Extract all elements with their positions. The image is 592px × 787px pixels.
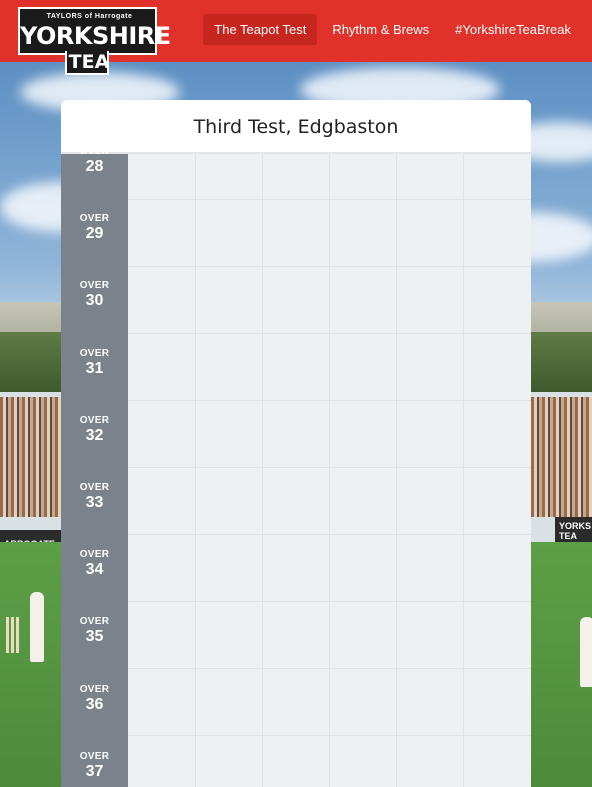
grid-row-line: [128, 601, 531, 602]
grid-row-line: [128, 668, 531, 669]
over-row-label: OVER 33: [61, 482, 128, 512]
over-row-label: OVER 37: [61, 751, 128, 781]
over-number: 28: [85, 158, 104, 175]
over-row-label: OVER 35: [61, 616, 128, 646]
grid-column-line: [195, 154, 196, 787]
nav-yorkshire-tea-break[interactable]: #YorkshireTeaBreak: [444, 14, 582, 45]
grid-column-line: [329, 154, 330, 787]
over-row-label: OVER 34: [61, 549, 128, 579]
grid-row-line: [128, 266, 531, 267]
grid-row-line: [128, 534, 531, 535]
over-number: 30: [85, 292, 104, 310]
grid-row-line: [128, 333, 531, 334]
over-row-label: OVER 30: [61, 280, 128, 310]
overs-column: OVER 28 OVER 29 OVER 30 OVER 31 OVER 32 OVER 33 OVER…: [61, 146, 128, 787]
over-label: OVER: [79, 750, 110, 762]
grid-row-line: [128, 400, 531, 401]
match-title: Third Test, Edgbaston: [61, 100, 531, 154]
over-label: OVER: [79, 683, 110, 695]
nav-rhythm-brews[interactable]: Rhythm & Brews: [321, 14, 440, 45]
over-label: OVER: [79, 616, 110, 628]
over-label: OVER: [79, 213, 110, 225]
over-label: OVER: [79, 146, 110, 157]
over-number: 36: [85, 695, 104, 713]
over-label: OVER: [79, 482, 110, 493]
over-row-label: OVER 32: [61, 415, 128, 445]
site-header: TAYLORS of Harrogate YORKSHIRE TEA The T…: [0, 0, 592, 75]
over-row-label: OVER 36: [61, 684, 128, 714]
over-number: 35: [85, 628, 104, 646]
logo-main-text: YORKSHIRE: [20, 22, 171, 50]
over-label: OVER: [79, 347, 110, 359]
yorkshire-tea-logo[interactable]: TAYLORS of Harrogate YORKSHIRE TEA: [18, 7, 171, 75]
grid-column-line: [262, 154, 263, 787]
over-number: 32: [85, 426, 104, 444]
logo-top-text: TAYLORS of Harrogate: [46, 13, 133, 20]
over-number: 34: [85, 561, 104, 579]
grid-column-line: [463, 154, 464, 787]
stadium-banner-right: YORKS TEA: [555, 517, 592, 545]
over-row-label: OVER 28: [61, 146, 128, 176]
over-label: OVER: [79, 414, 110, 426]
over-row-label: OVER 31: [61, 348, 128, 378]
grid-column-line: [396, 154, 397, 787]
grid-row-line: [128, 735, 531, 736]
match-panel: Third Test, Edgbaston OVER 28 OVER 29 OVER 30…: [61, 100, 531, 787]
over-label: OVER: [79, 280, 110, 292]
over-label: OVER: [79, 549, 110, 561]
over-number: 37: [85, 762, 104, 780]
over-grid: [128, 154, 531, 787]
over-number: 31: [85, 359, 104, 377]
over-number: 29: [85, 225, 104, 243]
over-row-label: OVER 29: [61, 213, 128, 243]
nav-teapot-test[interactable]: The Teapot Test: [203, 14, 318, 45]
over-number: 33: [85, 494, 104, 511]
grid-row-line: [128, 467, 531, 468]
grid-row-line: [128, 199, 531, 200]
logo-sub-text: TEA: [68, 51, 110, 73]
main-nav: The Teapot Test Rhythm & Brews #Yorkshir…: [203, 14, 582, 45]
